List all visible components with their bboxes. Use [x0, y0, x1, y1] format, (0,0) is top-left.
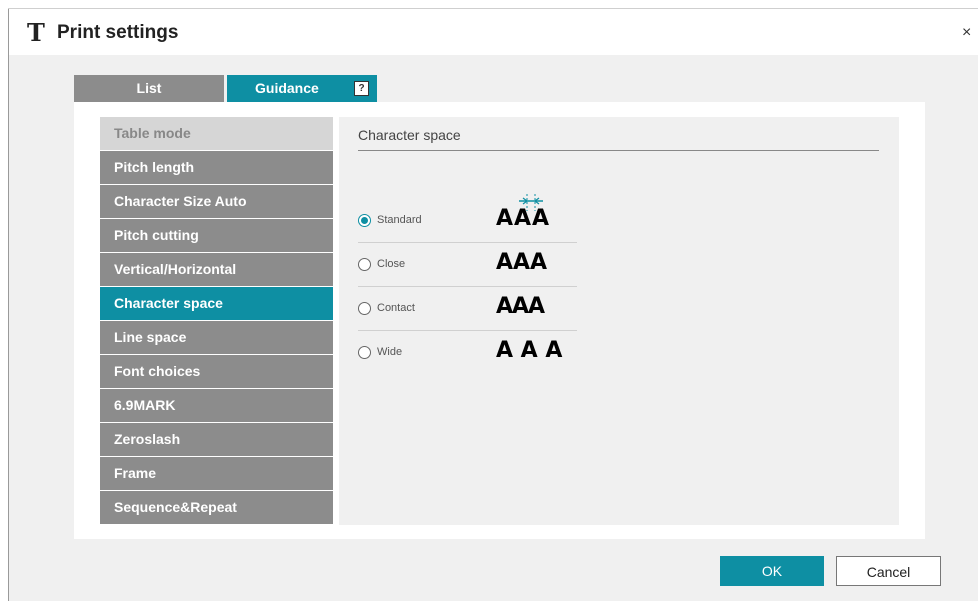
- sample-close: AAA: [496, 250, 548, 275]
- radio-close[interactable]: [358, 258, 371, 271]
- print-settings-dialog: T Print settings × List Guidance ? Table…: [0, 0, 978, 601]
- menu-item-frame[interactable]: Frame: [100, 457, 333, 490]
- menu-item-line-space[interactable]: Line space: [100, 321, 333, 354]
- cancel-button[interactable]: Cancel: [836, 556, 941, 586]
- option-standard[interactable]: Standard AAA: [358, 194, 577, 243]
- settings-menu: Table mode Pitch length Character Size A…: [100, 117, 333, 525]
- menu-item-character-space[interactable]: Character space: [100, 287, 333, 320]
- title-bar: T Print settings ×: [9, 9, 978, 55]
- option-label: Close: [377, 258, 406, 270]
- menu-item-zeroslash[interactable]: Zeroslash: [100, 423, 333, 456]
- ok-button[interactable]: OK: [720, 556, 824, 586]
- sample-contact: AAA: [496, 294, 545, 319]
- menu-item-table-mode: Table mode: [100, 117, 333, 150]
- menu-item-character-size-auto[interactable]: Character Size Auto: [100, 185, 333, 218]
- sample-wide: A A A: [496, 338, 563, 363]
- tab-guidance-label: Guidance: [255, 80, 319, 96]
- sample-standard: AAA: [496, 206, 551, 231]
- menu-item-6-9mark[interactable]: 6.9MARK: [100, 389, 333, 422]
- option-close[interactable]: Close AAA: [358, 243, 577, 287]
- tab-list[interactable]: List: [74, 75, 224, 102]
- option-wide[interactable]: Wide A A A: [358, 331, 577, 375]
- option-label: Contact: [377, 302, 415, 314]
- menu-item-vertical-horizontal[interactable]: Vertical/Horizontal: [100, 253, 333, 286]
- option-label: Standard: [377, 214, 422, 226]
- menu-item-font-choices[interactable]: Font choices: [100, 355, 333, 388]
- tab-guidance[interactable]: Guidance ?: [227, 75, 377, 102]
- section-divider: [358, 150, 879, 151]
- text-tool-icon: T: [27, 18, 45, 47]
- dialog-title: Print settings: [57, 22, 179, 43]
- menu-item-sequence-repeat[interactable]: Sequence&Repeat: [100, 491, 333, 524]
- option-label: Wide: [377, 346, 403, 358]
- close-button[interactable]: ×: [962, 24, 971, 42]
- character-space-panel: Character space Standard AAA Close AAA C…: [339, 117, 899, 525]
- menu-item-pitch-length[interactable]: Pitch length: [100, 151, 333, 184]
- menu-item-pitch-cutting[interactable]: Pitch cutting: [100, 219, 333, 252]
- radio-standard[interactable]: [358, 214, 371, 227]
- radio-wide[interactable]: [358, 346, 371, 359]
- radio-contact[interactable]: [358, 302, 371, 315]
- option-contact[interactable]: Contact AAA: [358, 287, 577, 331]
- help-icon[interactable]: ?: [354, 81, 369, 96]
- section-title: Character space: [358, 127, 461, 143]
